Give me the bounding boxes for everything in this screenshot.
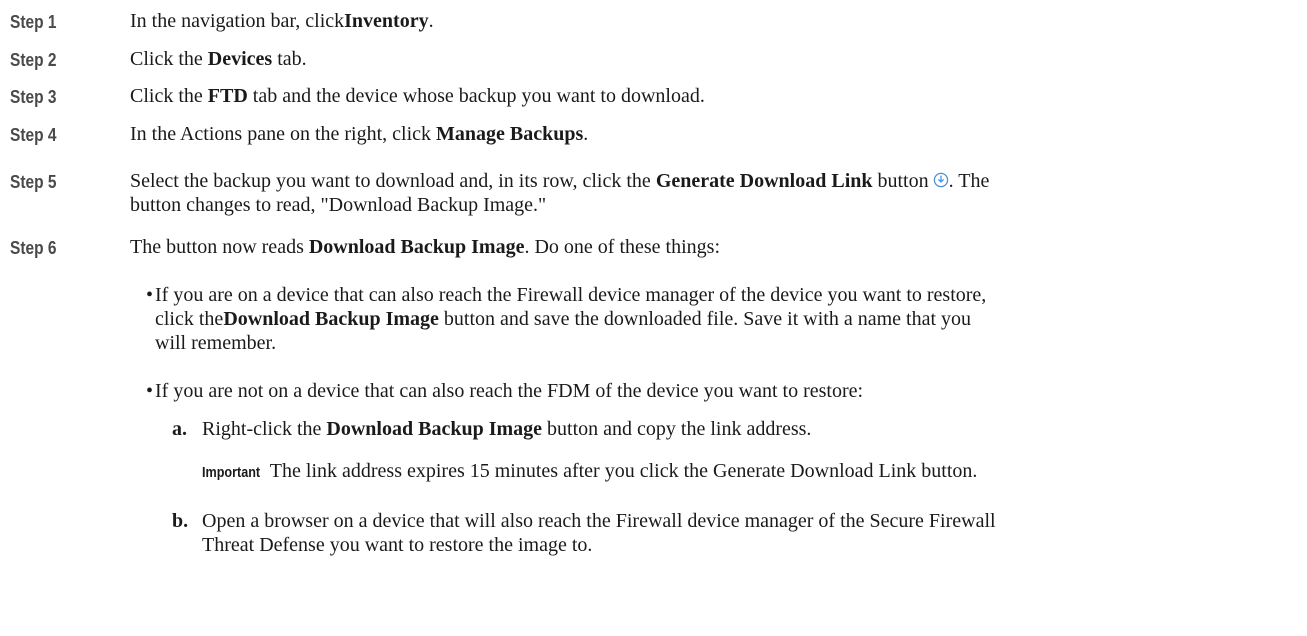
important-text: The link address expires 15 minutes afte… bbox=[265, 460, 978, 482]
bullet-1-line-3: will remember. bbox=[155, 332, 277, 354]
bullet-1-bold: Download Backup Image bbox=[223, 308, 439, 330]
substep-a-text: Right-click the Download Backup Image bu… bbox=[202, 418, 811, 441]
step-5-pre: Select the backup you want to download a… bbox=[130, 170, 656, 192]
substep-b-line-1: Open a browser on a device that will als… bbox=[202, 510, 996, 532]
step-4-text: In the Actions pane on the right, click … bbox=[130, 123, 588, 146]
step-6-text: The button now reads Download Backup Ima… bbox=[130, 236, 720, 259]
step-1-bold: Inventory bbox=[344, 10, 429, 32]
bullet-1-line-1: If you are on a device that can also rea… bbox=[155, 284, 987, 306]
substep-b-label: b. bbox=[172, 510, 189, 532]
bullet-1-post: button and save the downloaded file. Sav… bbox=[438, 308, 972, 330]
substep-b-line-2: Threat Defense you want to restore the i… bbox=[202, 534, 593, 556]
step-4-post: . bbox=[583, 123, 589, 145]
bullet-marker: • bbox=[146, 284, 154, 306]
step-4-bold: Manage Backups bbox=[436, 123, 584, 145]
bullet-1-pre: click the bbox=[155, 308, 224, 330]
bullet-2-line-1: If you are not on a device that can also… bbox=[155, 380, 864, 402]
step-5-bold: Generate Download Link bbox=[655, 170, 873, 192]
step-5-label: Step 5 bbox=[10, 172, 57, 192]
step-5-line-1: Select the backup you want to download a… bbox=[130, 170, 989, 193]
step-2-pre: Click the bbox=[130, 48, 208, 70]
bullet-1-line-2: click theDownload Backup Image button an… bbox=[155, 308, 971, 331]
step-3-bold: FTD bbox=[207, 85, 248, 107]
step-2-bold: Devices bbox=[207, 48, 273, 70]
step-4-label: Step 4 bbox=[10, 125, 57, 145]
step-5-line-2: button changes to read, "Download Backup… bbox=[130, 194, 547, 216]
step-5-post: button bbox=[872, 170, 929, 192]
step-4-pre: In the Actions pane on the right, click bbox=[130, 123, 437, 145]
important-note: Important The link address expires 15 mi… bbox=[202, 460, 977, 484]
step-1-label: Step 1 bbox=[10, 12, 57, 32]
bullet-marker: • bbox=[146, 380, 154, 402]
step-6-label: Step 6 bbox=[10, 238, 57, 258]
substep-a-post: button and copy the link address. bbox=[542, 418, 812, 440]
step-3-text: Click the FTD tab and the device whose b… bbox=[130, 85, 705, 108]
step-6-bold: Download Backup Image bbox=[308, 236, 525, 258]
step-2-label: Step 2 bbox=[10, 50, 57, 70]
substep-a-pre: Right-click the bbox=[202, 418, 327, 440]
step-1-text: In the navigation bar, clickInventory. bbox=[130, 10, 434, 33]
step-6-post: . Do one of these things: bbox=[524, 236, 720, 258]
step-3-pre: Click the bbox=[130, 85, 208, 107]
step-3-post: tab and the device whose backup you want… bbox=[247, 85, 705, 107]
step-2-post: tab. bbox=[272, 48, 307, 70]
step-1-pre: In the navigation bar, click bbox=[130, 10, 345, 32]
substep-a-label: a. bbox=[172, 418, 187, 440]
download-link-icon bbox=[933, 172, 948, 188]
step-6-pre: The button now reads bbox=[130, 236, 309, 258]
step-2-text: Click the Devices tab. bbox=[130, 48, 307, 71]
important-label: Important bbox=[202, 464, 261, 481]
step-5-end: . The bbox=[948, 170, 990, 192]
step-1-post: . bbox=[428, 10, 434, 32]
step-3-label: Step 3 bbox=[10, 87, 57, 107]
substep-a-bold: Download Backup Image bbox=[326, 418, 543, 440]
